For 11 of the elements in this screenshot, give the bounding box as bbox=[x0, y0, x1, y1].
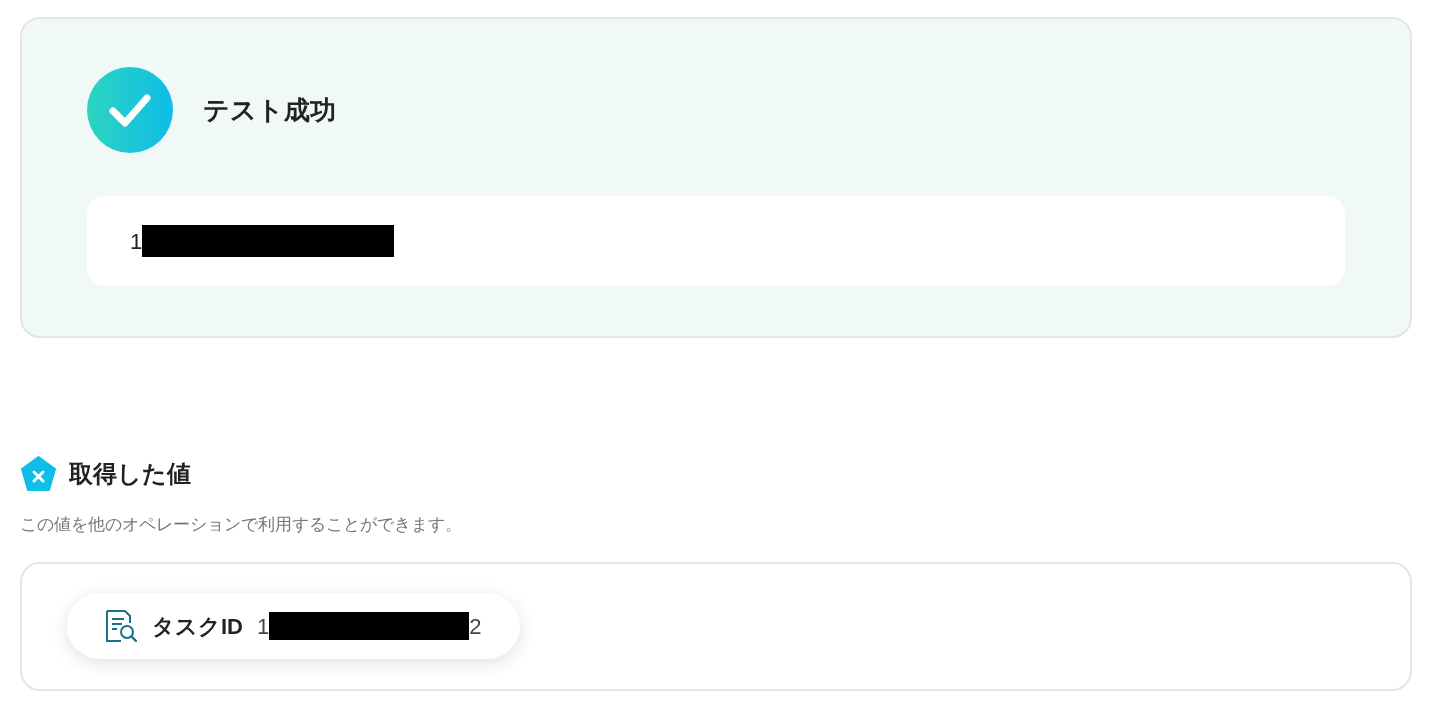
output-value: 1 bbox=[130, 227, 143, 256]
status-title: テスト成功 bbox=[203, 93, 336, 127]
pentagon-x-icon bbox=[20, 456, 57, 492]
value-chip[interactable]: タスクID 1 2 bbox=[67, 593, 520, 659]
value-label: タスクID bbox=[152, 612, 243, 641]
value-end: 2 bbox=[469, 612, 482, 641]
check-icon bbox=[87, 67, 173, 153]
section-description: この値を他のオペレーションで利用することができます。 bbox=[20, 514, 463, 536]
section-heading: 取得した値 bbox=[69, 459, 191, 489]
value-start: 1 bbox=[257, 612, 270, 641]
document-search-icon bbox=[105, 609, 138, 643]
